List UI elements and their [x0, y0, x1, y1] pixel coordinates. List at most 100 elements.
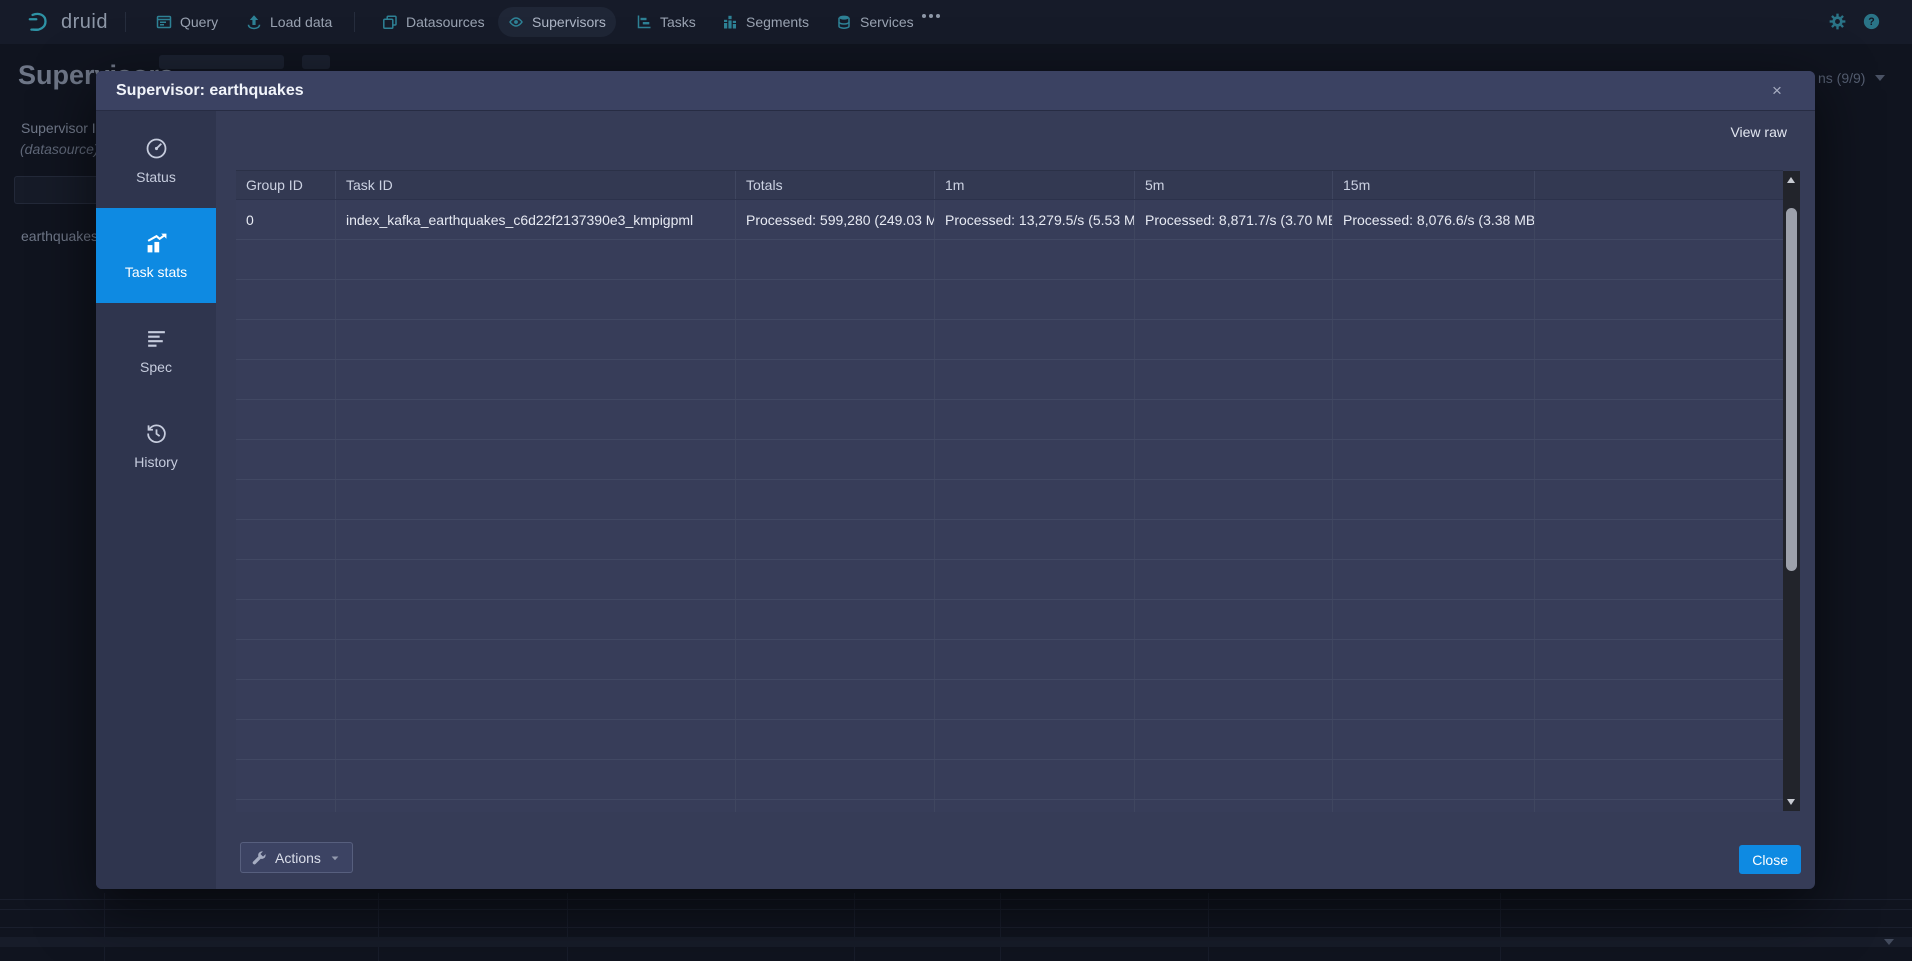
nav-item-services[interactable]: Services — [826, 7, 924, 37]
table-row-empty — [236, 680, 1783, 720]
nav-item-label: Supervisors — [532, 14, 606, 30]
table-row: 0 index_kafka_earthquakes_c6d22f2137390e… — [236, 200, 1783, 240]
cell-totals: Processed: 599,280 (249.03 MB) — [736, 200, 935, 239]
actions-button[interactable]: Actions — [240, 842, 353, 873]
table-row-empty — [236, 640, 1783, 680]
segments-icon — [722, 14, 738, 30]
align-left-icon — [145, 327, 168, 350]
wrench-icon — [252, 850, 267, 865]
table-row-empty — [236, 520, 1783, 560]
nav-item-query[interactable]: Query — [146, 7, 228, 37]
dialog-header: Supervisor: earthquakes — [96, 71, 1815, 111]
nav-item-label: Load data — [270, 14, 332, 30]
header-15m: 15m — [1333, 171, 1535, 199]
cell-5m: Processed: 8,871.7/s (3.70 MB/s) — [1135, 200, 1333, 239]
cell-1m: Processed: 13,279.5/s (5.53 MB/s) — [935, 200, 1135, 239]
druid-brand[interactable]: druid — [26, 0, 108, 44]
tab-status[interactable]: Status — [96, 113, 216, 208]
tab-label: Task stats — [125, 264, 187, 280]
table-row-empty — [236, 560, 1783, 600]
header-spacer — [1535, 171, 1783, 199]
top-nav: druid Query Load data Datasources — [0, 0, 1912, 44]
cell-group-id: 0 — [236, 200, 336, 239]
background-control — [159, 55, 284, 69]
nav-item-load-data[interactable]: Load data — [236, 7, 342, 37]
more-icon — [922, 14, 926, 18]
header-group-id: Group ID — [236, 171, 336, 199]
actions-label: Actions — [275, 850, 321, 866]
table-row-empty — [236, 400, 1783, 440]
svg-text:?: ? — [1868, 16, 1874, 28]
nav-item-segments[interactable]: Segments — [712, 7, 819, 37]
tab-task-stats[interactable]: Task stats — [96, 208, 216, 303]
nav-item-label: Segments — [746, 14, 809, 30]
cell-spacer — [1535, 200, 1783, 239]
scrollbar-thumb[interactable] — [1786, 208, 1797, 571]
table-row-empty — [236, 360, 1783, 400]
table-row-empty — [236, 440, 1783, 480]
nav-item-label: Tasks — [660, 14, 696, 30]
datasources-icon — [382, 14, 398, 30]
tab-spec[interactable]: Spec — [96, 303, 216, 398]
supervisors-icon — [508, 14, 524, 30]
table-row-empty — [236, 480, 1783, 520]
tasks-icon — [636, 14, 652, 30]
history-icon — [145, 422, 168, 445]
table-row-empty — [236, 760, 1783, 800]
brand-name: druid — [61, 11, 108, 34]
columns-dropdown-fragment: ns (9/9) — [1818, 70, 1885, 86]
cell-task-id: index_kafka_earthquakes_c6d22f2137390e3_… — [336, 200, 736, 239]
supervisor-dialog: Supervisor: earthquakes × Status Task st… — [96, 71, 1815, 889]
nav-item-label: Query — [180, 14, 218, 30]
nav-item-supervisors[interactable]: Supervisors — [498, 7, 616, 37]
header-totals: Totals — [736, 171, 935, 199]
more-menu-button[interactable] — [922, 14, 940, 18]
caret-down-icon — [329, 852, 341, 864]
dialog-title: Supervisor: earthquakes — [116, 82, 304, 100]
table-row-empty — [236, 280, 1783, 320]
query-icon — [156, 14, 172, 30]
vertical-scrollbar[interactable] — [1783, 171, 1800, 811]
scroll-up-arrow-icon[interactable] — [1787, 177, 1795, 183]
dialog-close-footer-button[interactable]: Close — [1739, 845, 1801, 874]
nav-item-tasks[interactable]: Tasks — [626, 7, 706, 37]
table-row-empty — [236, 600, 1783, 640]
header-5m: 5m — [1135, 171, 1333, 199]
nav-divider — [125, 12, 126, 32]
table-row-empty — [236, 720, 1783, 760]
nav-divider — [354, 12, 355, 32]
nav-item-datasources[interactable]: Datasources — [372, 7, 495, 37]
tab-label: History — [134, 454, 178, 470]
scroll-down-arrow-icon[interactable] — [1787, 799, 1795, 805]
cell-15m: Processed: 8,076.6/s (3.38 MB/s) — [1333, 200, 1535, 239]
table-row-empty — [236, 800, 1783, 812]
task-table-empty-rows — [236, 240, 1783, 812]
tab-history[interactable]: History — [96, 398, 216, 493]
table-header-row: Group ID Task ID Totals 1m 5m 15m — [236, 170, 1783, 200]
bar-chart-trend-icon — [145, 232, 168, 255]
column-subheader-datasource: (datasource) — [20, 141, 99, 157]
header-1m: 1m — [935, 171, 1135, 199]
header-task-id: Task ID — [336, 171, 736, 199]
nav-item-label: Datasources — [406, 14, 485, 30]
druid-console-screen: druid Query Load data Datasources — [0, 0, 1912, 961]
table-row-empty — [236, 240, 1783, 280]
help-button[interactable]: ? — [1863, 13, 1880, 35]
nav-item-label: Services — [860, 14, 914, 30]
tab-label: Status — [136, 169, 176, 185]
load-data-icon — [246, 14, 262, 30]
chevron-down-icon — [1875, 75, 1885, 81]
background-table-grid — [0, 893, 1912, 961]
druid-logo-icon — [26, 9, 52, 35]
dashboard-icon — [145, 137, 168, 160]
dialog-side-tabs: Status Task stats Spec Hi — [96, 111, 216, 889]
supervisor-row-earthquakes: earthquakes — [21, 228, 98, 244]
tab-label: Spec — [140, 359, 172, 375]
gear-icon — [1829, 13, 1846, 30]
services-icon — [836, 14, 852, 30]
table-row-empty — [236, 320, 1783, 360]
dialog-close-button[interactable]: × — [1763, 77, 1791, 105]
settings-button[interactable] — [1829, 13, 1846, 35]
view-raw-button[interactable]: View raw — [1730, 124, 1787, 140]
chevron-down-icon — [1884, 939, 1894, 945]
